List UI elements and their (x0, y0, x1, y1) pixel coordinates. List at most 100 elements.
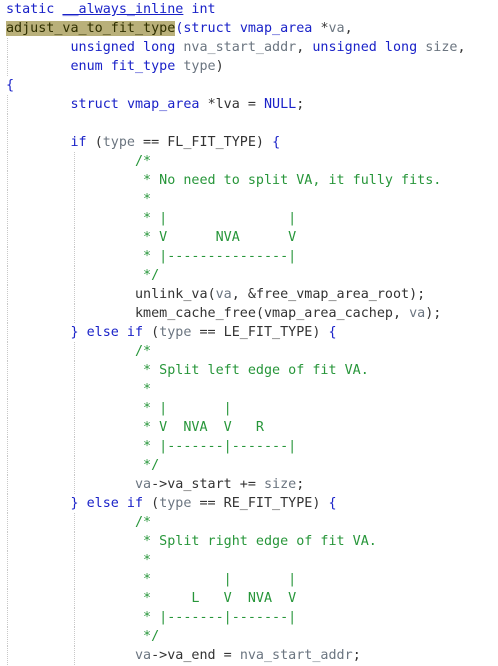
code-text: */ (6, 627, 159, 646)
code-text: /* (6, 152, 151, 171)
code-comment: */ (135, 458, 160, 473)
code-line[interactable]: * (0, 551, 498, 570)
code-token: { (328, 496, 337, 511)
code-token: kmem_cache_free (135, 306, 256, 321)
code-line[interactable]: * |-------|-------| (0, 608, 498, 627)
code-line[interactable]: struct vmap_area *lva = NULL; (0, 95, 498, 114)
code-token: __always_inline (62, 2, 184, 17)
code-text: if (type == FL_FIT_TYPE) { (6, 133, 281, 152)
code-line[interactable]: * V NVA V R (0, 418, 498, 437)
code-line[interactable]: kmem_cache_free(vmap_area_cachep, va); (0, 304, 498, 323)
code-line[interactable]: /* (0, 342, 498, 361)
code-comment: * L V NVA V (135, 591, 297, 606)
code-editor[interactable]: static __always_inline int adjust_va_to_f… (0, 0, 498, 666)
code-line[interactable]: } else if (type == LE_FIT_TYPE) { (0, 323, 498, 342)
code-line[interactable]: enum fit_type type) (0, 57, 498, 76)
code-text: * |-------|-------| (6, 608, 296, 627)
code-text: kmem_cache_free(vmap_area_cachep, va); (6, 304, 441, 323)
code-token: * (320, 21, 329, 36)
code-token: , (457, 40, 466, 55)
code-line[interactable]: * No need to split VA, it fully fits. (0, 171, 498, 190)
code-line[interactable]: static __always_inline int (0, 0, 498, 19)
code-line[interactable]: } else if (type == RE_FIT_TYPE) { (0, 494, 498, 513)
code-token: fit_type (110, 59, 184, 74)
code-line[interactable]: * L V NVA V (0, 589, 498, 608)
code-token: ; (352, 648, 361, 663)
code-token: else if (86, 496, 152, 511)
code-token: ( (207, 287, 216, 302)
code-text: * Split left edge of fit VA. (6, 361, 369, 380)
code-line[interactable]: va->va_start += size; (0, 475, 498, 494)
code-text: * | | (6, 570, 296, 589)
code-text: va->va_end = nva_start_addr; (6, 646, 361, 665)
code-token: NULL (264, 97, 297, 112)
code-token: ; (296, 97, 305, 112)
code-token: vmap_area_cachep (264, 306, 393, 321)
code-token: ->va_end = (151, 648, 240, 663)
code-token: unsigned long (312, 40, 426, 55)
code-token: nva_start_addr (239, 648, 353, 663)
code-line[interactable]: * Split left edge of fit VA. (0, 361, 498, 380)
code-text: va->va_start += size; (6, 475, 304, 494)
code-line[interactable]: * Split right edge of fit VA. (0, 532, 498, 551)
code-token: vmap_area (126, 97, 208, 112)
code-comment: * (135, 553, 152, 568)
code-comment: * Split right edge of fit VA. (135, 534, 377, 549)
code-line[interactable]: */ (0, 627, 498, 646)
code-line[interactable]: */ (0, 456, 498, 475)
code-text: * |-------|-------| (6, 437, 296, 456)
code-line[interactable]: /* (0, 152, 498, 171)
code-token: ( (151, 496, 160, 511)
code-text: * | | (6, 399, 232, 418)
code-text: * (6, 551, 151, 570)
code-token: , & (231, 287, 256, 302)
code-text: } else if (type == RE_FIT_TYPE) { (6, 494, 337, 513)
code-token: type (159, 496, 192, 511)
code-line[interactable]: * (0, 190, 498, 209)
code-token: { (6, 78, 15, 93)
code-line[interactable]: va->va_end = nva_start_addr; (0, 646, 498, 665)
code-line[interactable]: unlink_va(va, &free_vmap_area_root); (0, 285, 498, 304)
code-comment: * V NVA V (135, 230, 297, 245)
code-comment: /* (135, 515, 152, 530)
code-line[interactable] (0, 114, 498, 133)
code-token: ( (94, 135, 103, 150)
code-line[interactable]: * | | (0, 399, 498, 418)
code-line[interactable]: * |---------------| (0, 247, 498, 266)
code-token: type (159, 325, 192, 340)
code-text: * L V NVA V (6, 589, 296, 608)
code-line[interactable]: * | | (0, 570, 498, 589)
code-token: { (272, 135, 281, 150)
code-line[interactable]: * V NVA V (0, 228, 498, 247)
code-token: == LE_FIT_TYPE) (191, 325, 329, 340)
code-line[interactable]: */ (0, 266, 498, 285)
code-text: * |---------------| (6, 247, 296, 266)
code-comment: */ (135, 268, 160, 283)
code-text: struct vmap_area *lva = NULL; (6, 95, 305, 114)
code-line[interactable]: /* (0, 513, 498, 532)
code-token: free_vmap_area_root (255, 287, 410, 302)
code-line[interactable]: if (type == FL_FIT_TYPE) { (0, 133, 498, 152)
code-line[interactable]: * |-------|-------| (0, 437, 498, 456)
code-line[interactable]: * | | (0, 209, 498, 228)
code-token: else if (86, 325, 152, 340)
code-line[interactable]: adjust_va_to_fit_type(struct vmap_area *… (0, 19, 498, 38)
code-line[interactable]: { (0, 76, 498, 95)
code-line[interactable]: unsigned long nva_start_addr, unsigned l… (0, 38, 498, 57)
code-line[interactable]: * (0, 380, 498, 399)
